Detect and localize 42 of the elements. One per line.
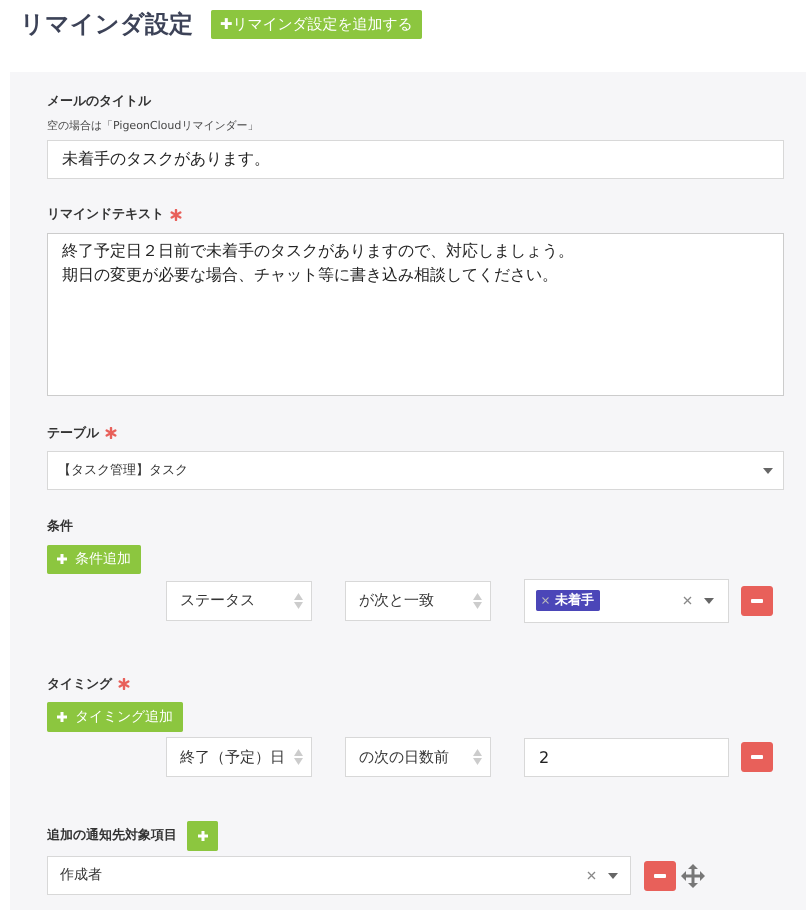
field-label: タイミング xyxy=(47,676,112,694)
remove-button[interactable] xyxy=(741,586,773,616)
tag-select[interactable]: 未着手 xyxy=(524,578,729,622)
minus-icon xyxy=(654,874,666,878)
select-field[interactable]: ステータス xyxy=(166,580,312,620)
clear-icon[interactable] xyxy=(587,871,596,880)
plus-icon xyxy=(198,831,208,841)
page-title: リマインダ設定 xyxy=(20,9,193,40)
select-field[interactable]: が次と一致 xyxy=(345,580,491,620)
field-label: 条件 xyxy=(47,518,73,536)
caret-icon xyxy=(704,598,714,604)
table-select[interactable]: 【タスク管理】タスク xyxy=(47,451,784,490)
field-label: 追加の通知先対象項目 xyxy=(47,826,177,846)
plus-icon xyxy=(57,554,67,564)
remove-button[interactable] xyxy=(741,742,773,772)
sort-arrows-icon xyxy=(294,592,303,608)
sort-arrows-icon xyxy=(294,749,303,765)
minus-icon xyxy=(751,755,763,759)
move-icon[interactable] xyxy=(681,864,705,888)
plus-icon xyxy=(57,712,67,722)
notify-select[interactable]: 作成者 xyxy=(47,856,631,895)
text-line: 期日の変更が必要な場合、チャット等に書き込み相談してください。 xyxy=(62,264,558,286)
minus-icon xyxy=(751,598,763,602)
field-label: テーブル xyxy=(47,424,99,442)
remind-text-area[interactable]: 終了予定日２日前で未着手のタスクがありますので、対応しましょう。 期日の変更が必要な場合、チャット等に書き込み相談してください。 xyxy=(47,232,784,396)
select-field[interactable]: の次の日数前 xyxy=(345,737,491,777)
mail-title-input[interactable]: 未着手のタスクがあります。 xyxy=(47,140,784,179)
caret-icon xyxy=(608,872,618,878)
hint-text: 空の場合は「PigeonCloudリマインダー」 xyxy=(47,118,260,134)
field-label: メールのタイトル xyxy=(47,93,151,111)
sort-arrows-icon xyxy=(473,749,482,765)
clear-icon[interactable] xyxy=(683,596,692,605)
remove-button[interactable] xyxy=(644,860,676,890)
sort-arrows-icon xyxy=(473,592,482,608)
field-label: リマインドテキスト xyxy=(47,206,164,224)
add-notify-button[interactable] xyxy=(187,821,218,851)
caret-icon xyxy=(763,468,773,474)
text-line: 終了予定日２日前で未着手のタスクがありますので、対応しましょう。 xyxy=(62,240,574,262)
status-tag: 未着手 xyxy=(536,590,600,611)
select-field[interactable]: 終了（予定）日 xyxy=(166,737,312,777)
days-input[interactable]: 2 xyxy=(524,738,729,776)
remove-tag-icon[interactable] xyxy=(542,597,549,604)
